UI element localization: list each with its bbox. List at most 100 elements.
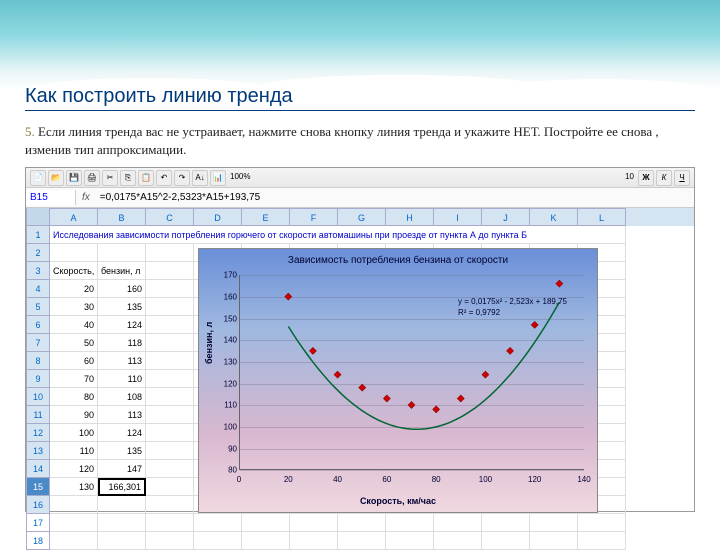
row-header-18[interactable]: 18: [26, 532, 50, 550]
cell[interactable]: [98, 496, 146, 514]
formula-input[interactable]: =0,0175*A15^2-2,5323*A15+193,75: [96, 190, 694, 205]
cell[interactable]: [146, 424, 194, 442]
cells-area[interactable]: Зависимость потребления бензина от скоро…: [50, 226, 694, 550]
cell[interactable]: 20: [50, 280, 98, 298]
row-header-10[interactable]: 10: [26, 388, 50, 406]
underline-icon[interactable]: Ч: [674, 170, 690, 186]
cell[interactable]: [146, 460, 194, 478]
row-header-11[interactable]: 11: [26, 406, 50, 424]
cell[interactable]: [530, 532, 578, 550]
corner-cell[interactable]: [26, 208, 50, 226]
cell[interactable]: [146, 244, 194, 262]
cell[interactable]: 124: [98, 424, 146, 442]
cell[interactable]: 90: [50, 406, 98, 424]
cell[interactable]: [146, 316, 194, 334]
cell[interactable]: [290, 514, 338, 532]
cell[interactable]: 70: [50, 370, 98, 388]
col-header-I[interactable]: I: [434, 208, 482, 226]
cell[interactable]: [578, 532, 626, 550]
redo-icon[interactable]: ↷: [174, 170, 190, 186]
cell[interactable]: [242, 514, 290, 532]
cell[interactable]: [146, 406, 194, 424]
col-header-D[interactable]: D: [194, 208, 242, 226]
print-icon[interactable]: 🖨: [84, 170, 100, 186]
cell[interactable]: [194, 514, 242, 532]
copy-icon[interactable]: ⎘: [120, 170, 136, 186]
cell[interactable]: 130: [50, 478, 98, 496]
cell[interactable]: [338, 514, 386, 532]
sort-icon[interactable]: A↓: [192, 170, 208, 186]
cut-icon[interactable]: ✂: [102, 170, 118, 186]
fx-label[interactable]: fx: [76, 192, 96, 203]
cell[interactable]: [146, 298, 194, 316]
cell[interactable]: [146, 478, 194, 496]
row-header-7[interactable]: 7: [26, 334, 50, 352]
cell[interactable]: [434, 514, 482, 532]
cell[interactable]: [146, 442, 194, 460]
cell[interactable]: 100: [50, 424, 98, 442]
row-header-14[interactable]: 14: [26, 460, 50, 478]
chart-icon[interactable]: 📊: [210, 170, 226, 186]
row-header-5[interactable]: 5: [26, 298, 50, 316]
cell[interactable]: 108: [98, 388, 146, 406]
cell[interactable]: [146, 532, 194, 550]
cell[interactable]: [386, 514, 434, 532]
cell[interactable]: [194, 532, 242, 550]
cell[interactable]: 118: [98, 334, 146, 352]
cell[interactable]: 60: [50, 352, 98, 370]
bold-icon[interactable]: Ж: [638, 170, 654, 186]
cell[interactable]: Исследования зависимости потребления гор…: [50, 226, 626, 244]
row-header-12[interactable]: 12: [26, 424, 50, 442]
open-icon[interactable]: 📂: [48, 170, 64, 186]
col-header-K[interactable]: K: [530, 208, 578, 226]
cell[interactable]: [50, 514, 98, 532]
row-header-17[interactable]: 17: [26, 514, 50, 532]
cell[interactable]: [578, 514, 626, 532]
cell[interactable]: [146, 388, 194, 406]
cell[interactable]: 124: [98, 316, 146, 334]
cell[interactable]: 110: [50, 442, 98, 460]
cell[interactable]: 135: [98, 298, 146, 316]
cell[interactable]: [434, 532, 482, 550]
cell[interactable]: [530, 514, 578, 532]
row-header-4[interactable]: 4: [26, 280, 50, 298]
cell[interactable]: [386, 532, 434, 550]
col-header-C[interactable]: C: [146, 208, 194, 226]
cell[interactable]: 30: [50, 298, 98, 316]
cell[interactable]: [146, 496, 194, 514]
cell[interactable]: [290, 532, 338, 550]
cell[interactable]: 120: [50, 460, 98, 478]
zoom-display[interactable]: 100%: [228, 170, 252, 186]
cell[interactable]: [482, 514, 530, 532]
cell[interactable]: 160: [98, 280, 146, 298]
cell[interactable]: 80: [50, 388, 98, 406]
row-header-9[interactable]: 9: [26, 370, 50, 388]
col-header-E[interactable]: E: [242, 208, 290, 226]
new-doc-icon[interactable]: 📄: [30, 170, 46, 186]
cell[interactable]: 166,301: [98, 478, 146, 496]
cell[interactable]: [146, 370, 194, 388]
row-header-16[interactable]: 16: [26, 496, 50, 514]
cell[interactable]: [146, 352, 194, 370]
cell[interactable]: 135: [98, 442, 146, 460]
cell[interactable]: [482, 532, 530, 550]
cell[interactable]: [146, 262, 194, 280]
cell[interactable]: [146, 280, 194, 298]
row-header-13[interactable]: 13: [26, 442, 50, 460]
save-icon[interactable]: 💾: [66, 170, 82, 186]
row-header-8[interactable]: 8: [26, 352, 50, 370]
cell[interactable]: [98, 244, 146, 262]
row-header-3[interactable]: 3: [26, 262, 50, 280]
col-header-J[interactable]: J: [482, 208, 530, 226]
row-header-1[interactable]: 1: [26, 226, 50, 244]
cell[interactable]: бензин, л: [98, 262, 146, 280]
cell[interactable]: [98, 514, 146, 532]
cell[interactable]: 50: [50, 334, 98, 352]
cell-name-box[interactable]: B15: [26, 190, 76, 205]
font-size-display[interactable]: 10: [623, 170, 636, 186]
col-header-H[interactable]: H: [386, 208, 434, 226]
cell[interactable]: [338, 532, 386, 550]
cell[interactable]: [242, 532, 290, 550]
paste-icon[interactable]: 📋: [138, 170, 154, 186]
undo-icon[interactable]: ↶: [156, 170, 172, 186]
